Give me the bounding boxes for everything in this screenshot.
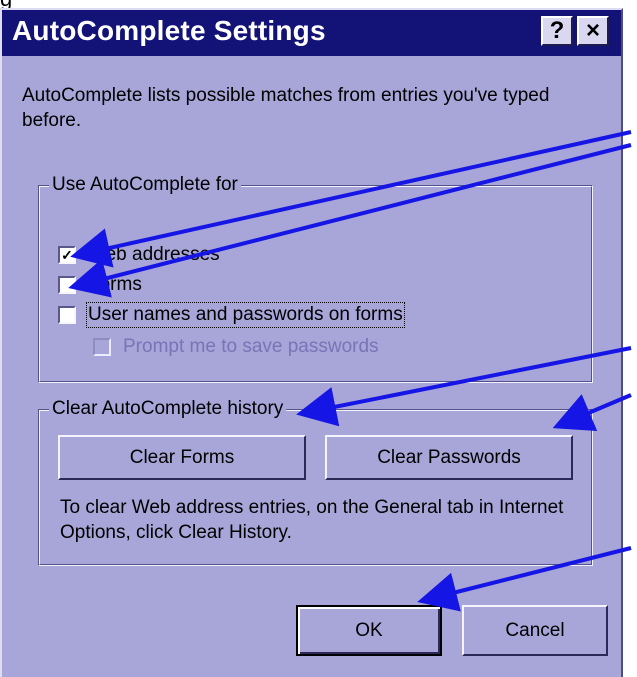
forms-checkbox[interactable] [58, 276, 76, 294]
forms-option[interactable]: Forms [58, 274, 142, 296]
use-autocomplete-legend: Use AutoComplete for [49, 173, 241, 197]
forms-label: Forms [88, 274, 142, 295]
clear-history-note: To clear Web address entries, on the Gen… [60, 497, 564, 543]
dialog-title: AutoComplete Settings [12, 15, 326, 46]
clear-forms-button[interactable]: Clear Forms [58, 435, 306, 480]
prompt-save-passwords-label: Prompt me to save passwords [123, 336, 379, 357]
close-icon: × [585, 17, 600, 44]
close-button[interactable]: × [577, 16, 609, 46]
ok-button[interactable]: OK [296, 605, 442, 656]
title-bar: AutoComplete Settings ? × [2, 10, 621, 56]
user-names-passwords-option[interactable]: User names and passwords on forms [58, 302, 405, 328]
prompt-save-passwords-option: Prompt me to save passwords [93, 336, 379, 358]
clear-history-legend: Clear AutoComplete history [49, 397, 287, 421]
help-button[interactable]: ? [541, 16, 573, 46]
user-names-passwords-checkbox[interactable] [58, 306, 76, 324]
description-text: AutoComplete lists possible matches from… [22, 85, 550, 131]
help-icon: ? [549, 17, 565, 44]
cancel-button[interactable]: Cancel [462, 605, 608, 656]
web-addresses-checkbox[interactable]: ✓ [58, 246, 76, 264]
prompt-save-passwords-checkbox [93, 338, 111, 356]
use-autocomplete-group: Use AutoComplete for ✓ Web addresses For… [38, 173, 593, 383]
web-addresses-option[interactable]: ✓ Web addresses [58, 244, 220, 266]
autocomplete-settings-dialog: AutoComplete Settings ? × AutoComplete l… [0, 8, 623, 677]
web-addresses-label: Web addresses [88, 244, 220, 265]
clear-passwords-button[interactable]: Clear Passwords [325, 435, 573, 480]
user-names-passwords-label: User names and passwords on forms [86, 302, 405, 328]
